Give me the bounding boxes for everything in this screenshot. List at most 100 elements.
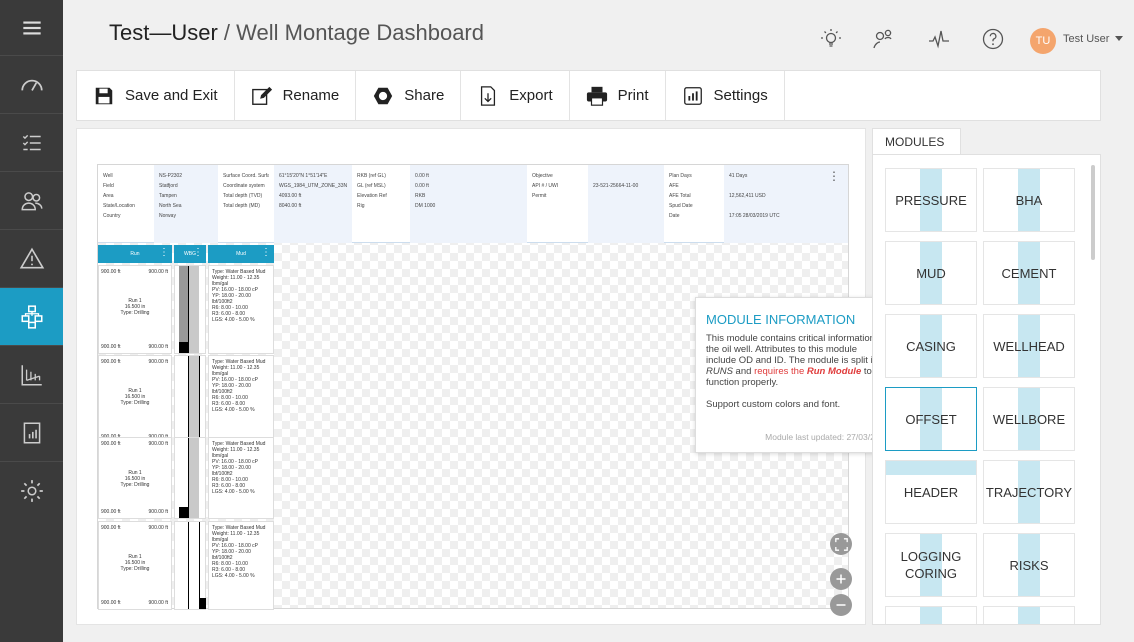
wellbore-graphic-cell[interactable] [174, 355, 206, 444]
module-label: CEMENT [1001, 265, 1057, 281]
rename-button[interactable]: Rename [235, 71, 357, 120]
header-values-col-4: 23-521-25664-11-00 [588, 165, 664, 243]
header-label: Area [103, 193, 114, 199]
module-tile-risks[interactable]: RISKS [983, 533, 1075, 597]
module-tile-offset[interactable]: OFFSET [885, 387, 977, 451]
header-labels-col-4: Objective API # / UWI Permit [527, 165, 588, 243]
module-tile-header[interactable]: HEADER [885, 460, 977, 524]
header-label: GL (ref MSL) [357, 183, 386, 189]
kebab-menu-icon[interactable]: ⋮ [193, 247, 203, 259]
header-labels-col-3: RKB (ref GL) GL (ref MSL) Elevation Ref … [352, 165, 410, 243]
left-nav [0, 0, 63, 642]
module-label: WELLBORE [992, 411, 1066, 427]
print-button[interactable]: Print [570, 71, 666, 120]
help-icon[interactable] [980, 26, 1006, 52]
module-tile-logging-coring[interactable]: LOGGING CORING [885, 533, 977, 597]
avatar[interactable]: TU [1030, 28, 1056, 54]
plus-icon [836, 574, 846, 584]
header-label: Coordinate system [223, 183, 265, 189]
modules-scrollbar[interactable] [1091, 165, 1095, 260]
menu-icon[interactable] [0, 0, 63, 56]
export-button[interactable]: Export [461, 71, 570, 120]
kebab-menu-icon[interactable]: ⋮ [159, 247, 169, 259]
checklist-icon[interactable] [0, 114, 63, 172]
mud-column-label: Mud [236, 251, 246, 257]
users-icon[interactable] [0, 172, 63, 230]
settings-icon[interactable] [0, 462, 63, 520]
module-tile-pressure[interactable]: PRESSURE [885, 168, 977, 232]
module-tile-wellbore[interactable]: WELLBORE [983, 387, 1075, 451]
share-button[interactable]: Share [356, 71, 462, 120]
run-cell[interactable]: 900.00 ft 900.00 ft Run 1 16.500 in Type: … [98, 521, 172, 610]
header-label: Total depth (TVD) [223, 193, 263, 199]
mud-cell[interactable]: Type: Water Based Mud Weight: 11.00 - 12.… [208, 265, 274, 354]
mud-cell[interactable]: Type: Water Based Mud Weight: 11.00 - 12.… [208, 437, 274, 519]
kebab-menu-icon[interactable]: ⋮ [261, 247, 271, 259]
module-tile-bha[interactable]: BHA [983, 168, 1075, 232]
layers-chart-icon[interactable] [0, 346, 63, 404]
module-label: LOGGING CORING [900, 549, 962, 581]
lightbulb-icon[interactable] [818, 26, 844, 52]
minus-icon [836, 604, 846, 606]
module-tile-mud[interactable]: MUD [885, 241, 977, 305]
mud-yp: YP: 18.00 - 20.00 lbf/100ft2 [212, 293, 251, 305]
wellbore-graphic-cell[interactable] [174, 437, 206, 519]
header-label: Surface Coord. Surface [223, 173, 269, 179]
module-info-body: This module contains critical informatio… [706, 333, 889, 410]
pencil-edit-icon [251, 86, 272, 105]
header-value [593, 191, 659, 201]
modules-tab[interactable]: MODULES [872, 128, 961, 155]
zoom-in-button[interactable] [830, 568, 852, 590]
well-montage[interactable]: Well Field Area State/Location Country N… [97, 164, 900, 610]
module-tile-partial[interactable] [983, 606, 1075, 624]
well-header-table[interactable]: Well Field Area State/Location Country N… [98, 165, 848, 243]
report-icon[interactable] [0, 404, 63, 462]
module-tile-wellhead[interactable]: WELLHEAD [983, 314, 1075, 378]
header-label: Field [103, 183, 114, 189]
zoom-out-button[interactable] [830, 594, 852, 616]
user-name[interactable]: Test User [1063, 33, 1109, 45]
casing-shoe [200, 598, 206, 609]
mud-cell[interactable]: Type: Water Based Mud Weight: 11.00 - 12.… [208, 521, 274, 610]
people-icon[interactable] [870, 26, 896, 52]
run-cell[interactable]: 900.00 ft 900.00 ft Run 1 16.500 in Type: … [98, 437, 172, 519]
run-top-left-depth: 900.00 ft [101, 359, 121, 365]
tile-accent [920, 607, 942, 624]
module-label: BHA [1015, 192, 1043, 208]
module-tile-casing[interactable]: CASING [885, 314, 977, 378]
hole-bar [189, 438, 199, 518]
chevron-down-icon[interactable] [1115, 36, 1123, 41]
run-cell[interactable]: 900.00 ft 900.00 ft Run 1 16.500 in Type: … [98, 265, 172, 354]
mud-column-header[interactable]: Mud ⋮ [208, 245, 274, 263]
wbg-column-header[interactable]: WBG ⋮ [174, 245, 206, 263]
settings-button[interactable]: Settings [666, 71, 785, 120]
export-icon [481, 85, 496, 106]
kebab-menu-icon[interactable]: ⋮ [828, 169, 840, 183]
save-and-exit-button[interactable]: Save and Exit [77, 71, 235, 120]
module-info-updated: Module last updated: 27/03/2019 [765, 432, 889, 442]
warning-icon[interactable] [0, 230, 63, 288]
hierarchy-icon[interactable] [0, 288, 63, 346]
gauge-icon[interactable] [0, 56, 63, 114]
run-column-label: Run [130, 251, 140, 257]
header-labels-col-1: Well Field Area State/Location Country [98, 165, 154, 243]
header-values-col-1: NS-P2302 Statfjord Tampen North Sea Norw… [154, 165, 218, 243]
header-value: Statfjord [159, 183, 178, 189]
mud-yp: YP: 18.00 - 20.00 lbf/100ft2 [212, 549, 251, 561]
wellbore-graphic-cell[interactable] [174, 265, 206, 354]
mud-yp: YP: 18.00 - 20.00 lbf/100ft2 [212, 465, 251, 477]
activity-icon[interactable] [926, 26, 952, 52]
run-cell[interactable]: 900.00 ft 900.00 ft Run 1 16.500 in Type: … [98, 355, 172, 444]
fit-screen-button[interactable] [830, 533, 852, 555]
header-value: DM 1000 [415, 203, 436, 209]
header-value: Tampen [159, 193, 177, 199]
wellbore-graphic-cell[interactable] [174, 521, 206, 610]
run-column-header[interactable]: Run ⋮ [98, 245, 172, 263]
header-labels-col-5: Plan Days AFE AFE Total Spud Date Date [664, 165, 724, 243]
run-summary: Run 1 16.500 in Type: Drilling [99, 298, 171, 316]
module-tile-trajectory[interactable]: TRAJECTORY [983, 460, 1075, 524]
save-and-exit-label: Save and Exit [125, 87, 218, 104]
module-tile-partial[interactable] [885, 606, 977, 624]
module-tile-cement[interactable]: CEMENT [983, 241, 1075, 305]
mud-cell[interactable]: Type: Water Based Mud Weight: 11.00 - 12.… [208, 355, 274, 444]
